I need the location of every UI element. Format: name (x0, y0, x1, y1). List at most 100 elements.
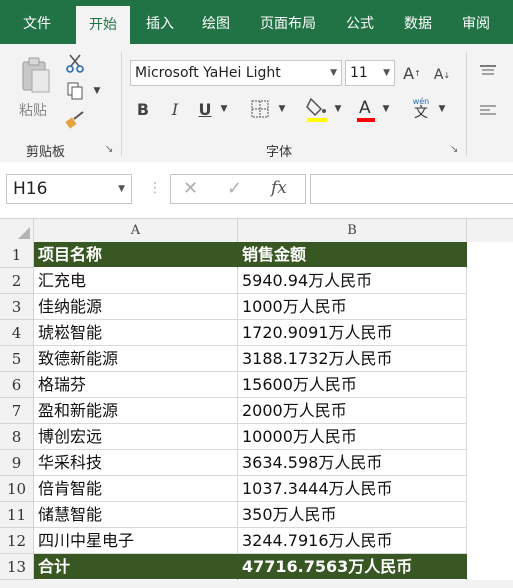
font-color-dropdown-icon[interactable]: ▼ (380, 102, 392, 116)
cell-b7[interactable]: 2000万人民币 (238, 398, 467, 424)
copy-icon[interactable] (64, 80, 86, 102)
formula-input[interactable] (310, 174, 513, 204)
top-align-icon[interactable] (476, 60, 500, 82)
bold-button[interactable]: B (132, 96, 154, 122)
fill-color-icon[interactable] (304, 94, 330, 124)
row-header[interactable]: 1 (0, 242, 34, 268)
clipboard-group-label: 剪贴板 (26, 145, 66, 160)
cell-b8[interactable]: 10000万人民币 (238, 424, 467, 450)
font-launcher-icon[interactable]: ↘ (450, 144, 458, 155)
table-row: 8 博创宏远 10000万人民币 (0, 424, 513, 450)
borders-icon[interactable] (248, 96, 272, 122)
copy-dropdown-icon[interactable]: ▼ (90, 84, 104, 98)
cell-b2[interactable]: 5940.94万人民币 (238, 268, 467, 294)
name-box[interactable]: H16 ▼ (6, 174, 132, 204)
cell-b13[interactable]: 47716.7563万人民币 (238, 554, 467, 580)
select-all-button[interactable] (0, 219, 34, 243)
tab-home[interactable]: 开始 (76, 6, 130, 44)
cell-a1[interactable]: 项目名称 (34, 242, 238, 268)
row-header[interactable]: 7 (0, 398, 34, 424)
tab-insert[interactable]: 插入 (134, 0, 186, 44)
paste-button[interactable]: 粘贴 (14, 52, 58, 124)
decrease-font-size-icon[interactable]: A ↓ (430, 62, 454, 88)
cell-a13[interactable]: 合计 (34, 554, 238, 580)
enter-icon[interactable]: ✓ (227, 178, 242, 199)
insert-function-icon[interactable]: fx (271, 178, 287, 198)
tab-review[interactable]: 审阅 (450, 0, 502, 44)
tab-draw[interactable]: 绘图 (190, 0, 242, 44)
chevron-down-icon: ▼ (383, 68, 390, 78)
cell-b6[interactable]: 15600万人民币 (238, 372, 467, 398)
underline-dropdown-icon[interactable]: ▼ (218, 102, 230, 116)
formula-bar-grip-icon[interactable]: ⋮ (148, 180, 162, 196)
row-header[interactable]: 9 (0, 450, 34, 476)
row-header[interactable]: 5 (0, 346, 34, 372)
cell-a11[interactable]: 储慧智能 (34, 502, 238, 528)
formula-bar: H16 ▼ ⋮ ✕ ✓ fx (0, 162, 513, 218)
row-header[interactable]: 11 (0, 502, 34, 528)
cell-a2[interactable]: 汇充电 (34, 268, 238, 294)
cell-a8[interactable]: 博创宏远 (34, 424, 238, 450)
paste-label: 粘贴 (19, 103, 47, 119)
increase-font-size-icon[interactable]: A ↑ (400, 60, 424, 86)
svg-text:A: A (359, 98, 371, 118)
row-header[interactable]: 13 (0, 554, 34, 580)
row-header[interactable]: 12 (0, 528, 34, 554)
tab-formulas[interactable]: 公式 (334, 0, 386, 44)
cell-a6[interactable]: 格瑞芬 (34, 372, 238, 398)
tab-data[interactable]: 数据 (392, 0, 444, 44)
column-header-c[interactable] (467, 219, 513, 243)
table-row: 11 储慧智能 350万人民币 (0, 502, 513, 528)
table-row: 12 四川中星电子 3244.7916万人民币 (0, 528, 513, 554)
column-header-b[interactable]: B (238, 219, 467, 243)
align-left-icon[interactable] (476, 100, 500, 122)
cell-b9[interactable]: 3634.598万人民币 (238, 450, 467, 476)
font-color-icon[interactable]: A (354, 94, 378, 124)
cell-b12[interactable]: 3244.7916万人民币 (238, 528, 467, 554)
clipboard-launcher-icon[interactable]: ↘ (105, 144, 113, 155)
row-header[interactable]: 2 (0, 268, 34, 294)
group-divider (466, 52, 467, 156)
italic-button[interactable]: I (164, 96, 186, 122)
cell-a9[interactable]: 华采科技 (34, 450, 238, 476)
borders-dropdown-icon[interactable]: ▼ (276, 102, 288, 116)
cell-a3[interactable]: 佳纳能源 (34, 294, 238, 320)
fill-color-dropdown-icon[interactable]: ▼ (332, 102, 344, 116)
phonetic-dropdown-icon[interactable]: ▼ (436, 102, 448, 116)
format-painter-icon[interactable] (64, 108, 88, 130)
ribbon-tab-bar: 文件 开始 插入 绘图 页面布局 公式 数据 审阅 (0, 0, 513, 44)
table-row: 4 琥崧智能 1720.9091万人民币 (0, 320, 513, 346)
table-row: 3 佳纳能源 1000万人民币 (0, 294, 513, 320)
cell-b1[interactable]: 销售金额 (238, 242, 467, 268)
cell-b11[interactable]: 350万人民币 (238, 502, 467, 528)
row-header[interactable]: 3 (0, 294, 34, 320)
cell-b4[interactable]: 1720.9091万人民币 (238, 320, 467, 346)
table-row: 13 合计 47716.7563万人民币 (0, 554, 513, 580)
phonetic-guide-icon[interactable]: wén 文 (408, 94, 434, 124)
font-group-label: 字体 (266, 145, 293, 160)
table-row: 6 格瑞芬 15600万人民币 (0, 372, 513, 398)
font-name-select[interactable]: Microsoft YaHei Light ▼ (130, 60, 342, 86)
cell-b10[interactable]: 1037.3444万人民币 (238, 476, 467, 502)
cell-a10[interactable]: 倍肯智能 (34, 476, 238, 502)
table-row: 5 致德新能源 3188.1732万人民币 (0, 346, 513, 372)
cancel-icon[interactable]: ✕ (183, 178, 198, 199)
row-header[interactable]: 6 (0, 372, 34, 398)
row-header[interactable]: 4 (0, 320, 34, 346)
paste-icon (20, 56, 52, 94)
column-header-a[interactable]: A (34, 219, 238, 243)
font-size-select[interactable]: 11 ▼ (345, 60, 395, 86)
cell-a4[interactable]: 琥崧智能 (34, 320, 238, 346)
cell-b5[interactable]: 3188.1732万人民币 (238, 346, 467, 372)
row-header[interactable]: 10 (0, 476, 34, 502)
underline-button[interactable]: U (194, 96, 216, 122)
tab-file[interactable]: 文件 (8, 0, 66, 44)
cut-icon[interactable] (64, 52, 86, 74)
group-divider (121, 52, 122, 156)
cell-a5[interactable]: 致德新能源 (34, 346, 238, 372)
row-header[interactable]: 8 (0, 424, 34, 450)
cell-a7[interactable]: 盈和新能源 (34, 398, 238, 424)
cell-b3[interactable]: 1000万人民币 (238, 294, 467, 320)
tab-page-layout[interactable]: 页面布局 (250, 0, 326, 44)
cell-a12[interactable]: 四川中星电子 (34, 528, 238, 554)
